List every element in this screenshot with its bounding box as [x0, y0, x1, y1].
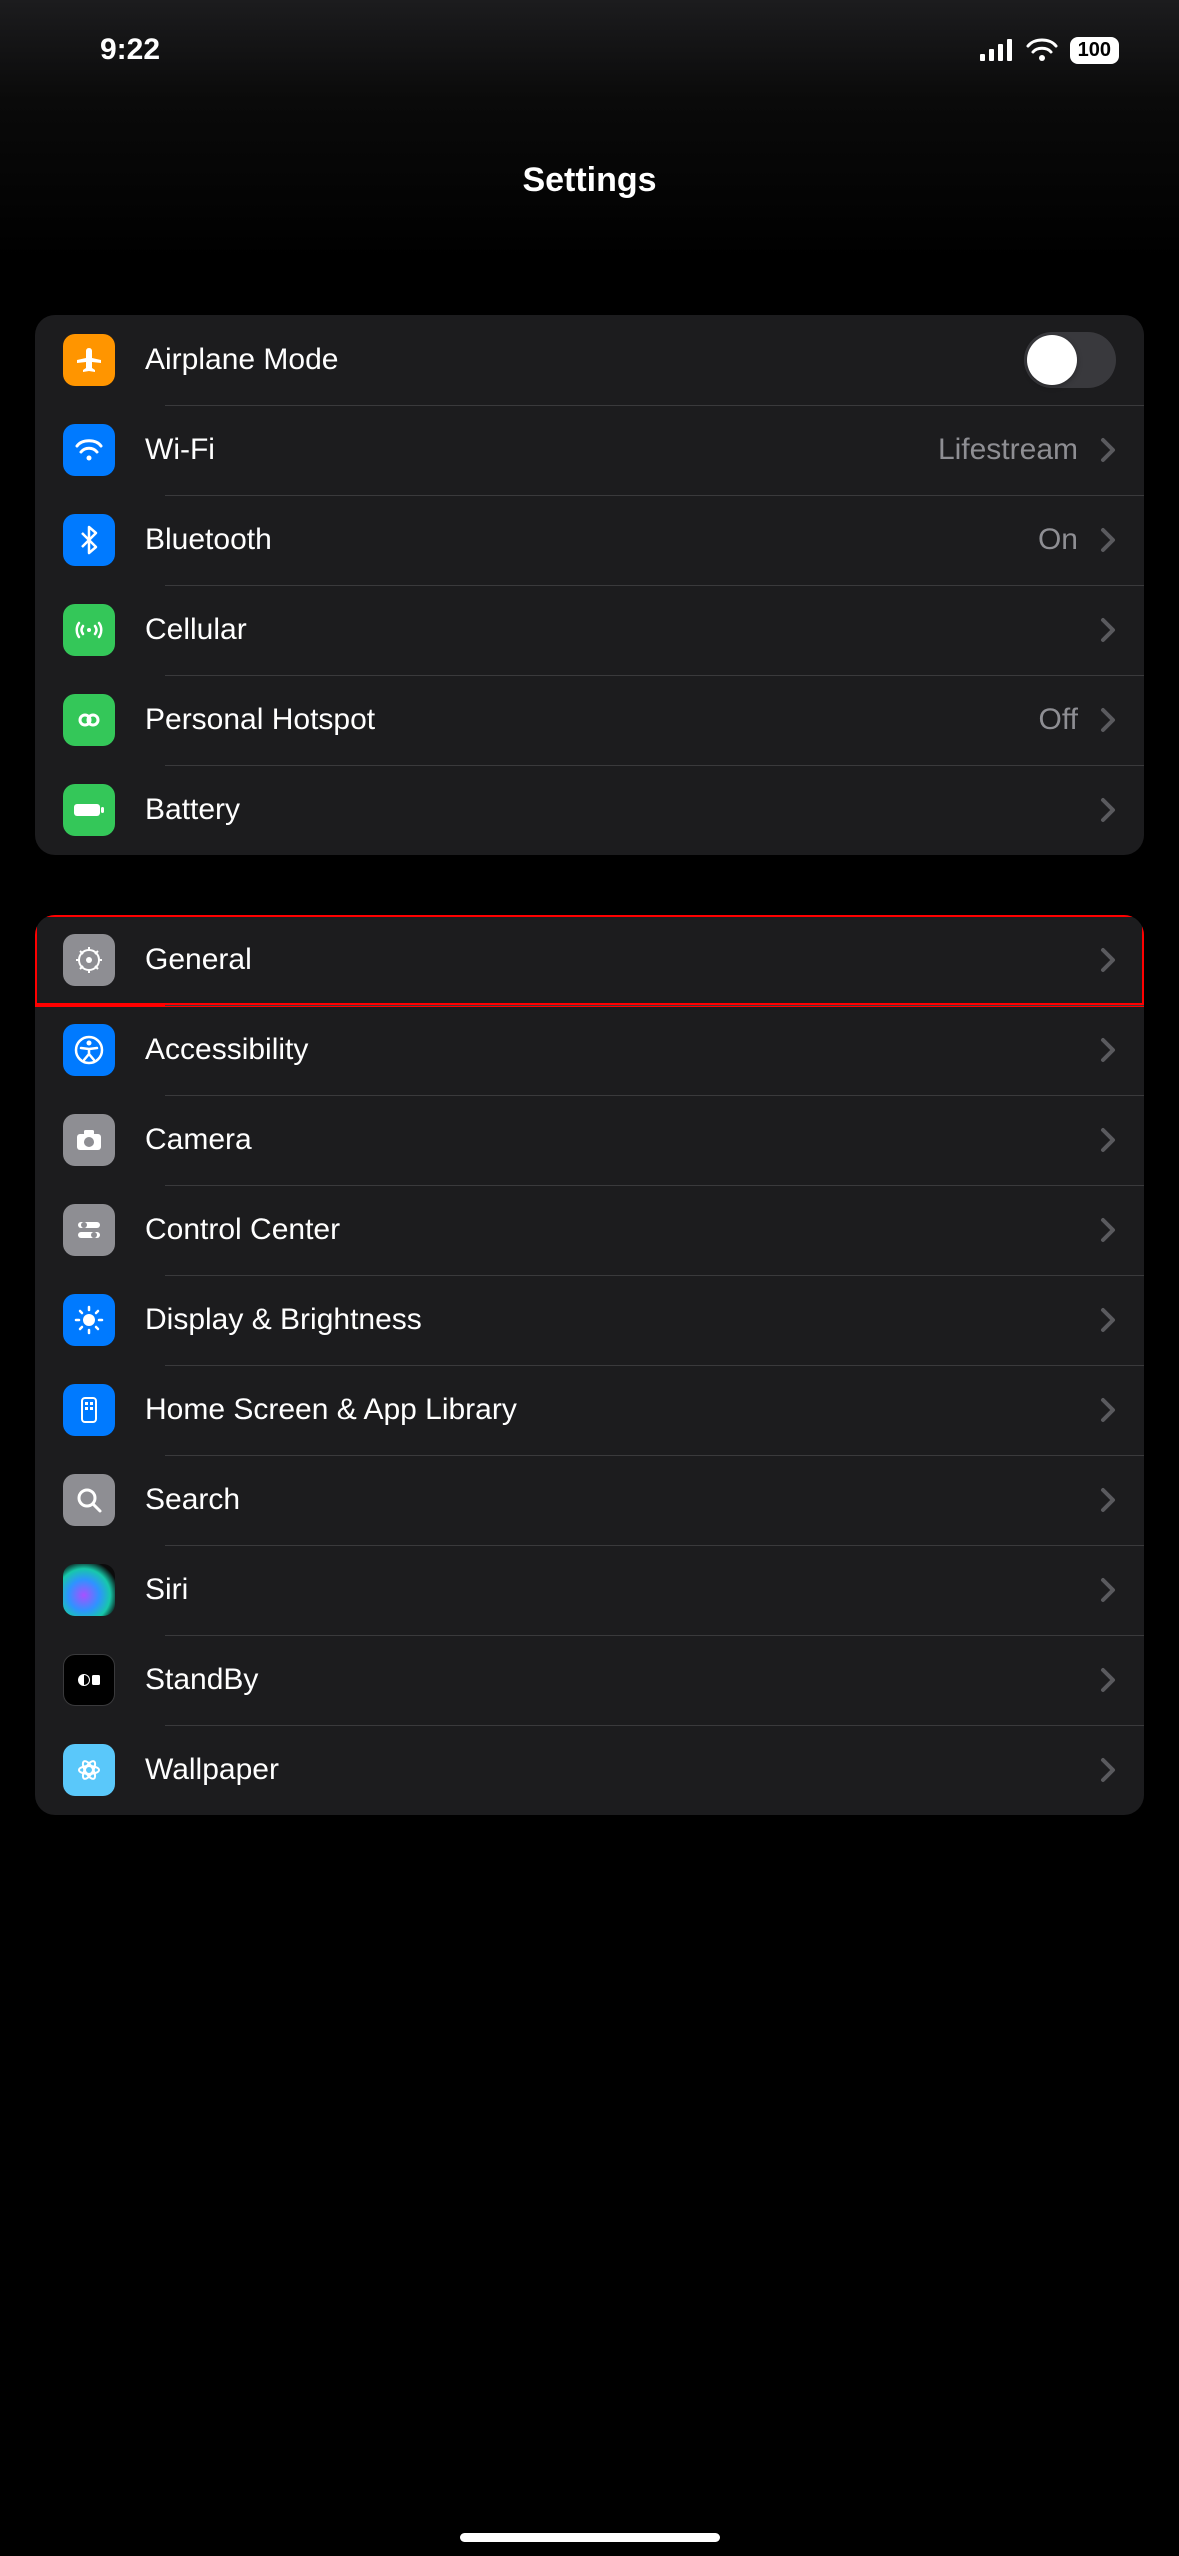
chevron-right-icon: [1100, 797, 1116, 823]
row-camera[interactable]: Camera: [35, 1095, 1144, 1185]
cellular-row-icon: [63, 604, 115, 656]
row-label: Cellular: [145, 613, 1092, 647]
row-label: Wi-Fi: [145, 433, 938, 467]
cellular-signal-icon: [980, 39, 1014, 61]
chevron-right-icon: [1100, 1757, 1116, 1783]
row-search[interactable]: Search: [35, 1455, 1144, 1545]
home-grid-icon: [63, 1384, 115, 1436]
hotspot-icon: [63, 694, 115, 746]
row-cellular[interactable]: Cellular: [35, 585, 1144, 675]
row-label: Display & Brightness: [145, 1303, 1092, 1337]
chevron-right-icon: [1100, 1397, 1116, 1423]
row-label: Camera: [145, 1123, 1092, 1157]
bluetooth-icon: [63, 514, 115, 566]
brightness-icon: [63, 1294, 115, 1346]
chevron-right-icon: [1100, 707, 1116, 733]
row-home-screen[interactable]: Home Screen & App Library: [35, 1365, 1144, 1455]
header: Settings: [0, 100, 1179, 260]
row-label: Wallpaper: [145, 1753, 1092, 1787]
siri-icon: [63, 1564, 115, 1616]
row-bluetooth[interactable]: Bluetooth On: [35, 495, 1144, 585]
row-airplane[interactable]: Airplane Mode: [35, 315, 1144, 405]
chevron-right-icon: [1100, 437, 1116, 463]
airplane-icon: [63, 334, 115, 386]
wifi-row-icon: [63, 424, 115, 476]
settings-group-connectivity: Airplane Mode Wi-Fi Lifestream Bluetooth…: [35, 315, 1144, 855]
chevron-right-icon: [1100, 1577, 1116, 1603]
row-label: Search: [145, 1483, 1092, 1517]
battery-row-icon: [63, 784, 115, 836]
accessibility-icon: [63, 1024, 115, 1076]
chevron-right-icon: [1100, 1127, 1116, 1153]
row-label: Siri: [145, 1573, 1092, 1607]
row-label: Battery: [145, 793, 1092, 827]
home-indicator[interactable]: [460, 2533, 720, 2542]
row-battery[interactable]: Battery: [35, 765, 1144, 855]
wifi-icon: [1026, 38, 1058, 62]
battery-icon: 100: [1070, 37, 1119, 64]
row-label: Personal Hotspot: [145, 703, 1039, 737]
row-standby[interactable]: StandBy: [35, 1635, 1144, 1725]
gear-icon: [63, 934, 115, 986]
row-control-center[interactable]: Control Center: [35, 1185, 1144, 1275]
page-title: Settings: [522, 161, 656, 200]
row-label: Airplane Mode: [145, 343, 1024, 377]
row-label: General: [145, 943, 1092, 977]
row-siri[interactable]: Siri: [35, 1545, 1144, 1635]
chevron-right-icon: [1100, 1037, 1116, 1063]
control-center-icon: [63, 1204, 115, 1256]
row-label: Accessibility: [145, 1033, 1092, 1067]
row-label: StandBy: [145, 1663, 1092, 1697]
airplane-toggle[interactable]: [1024, 332, 1116, 388]
row-accessibility[interactable]: Accessibility: [35, 1005, 1144, 1095]
chevron-right-icon: [1100, 527, 1116, 553]
row-wallpaper[interactable]: Wallpaper: [35, 1725, 1144, 1815]
chevron-right-icon: [1100, 1307, 1116, 1333]
row-label: Control Center: [145, 1213, 1092, 1247]
standby-icon: [63, 1654, 115, 1706]
search-icon: [63, 1474, 115, 1526]
row-value: Off: [1039, 703, 1078, 737]
camera-icon: [63, 1114, 115, 1166]
chevron-right-icon: [1100, 947, 1116, 973]
chevron-right-icon: [1100, 1217, 1116, 1243]
row-value: On: [1038, 523, 1078, 557]
chevron-right-icon: [1100, 617, 1116, 643]
wallpaper-icon: [63, 1744, 115, 1796]
row-wifi[interactable]: Wi-Fi Lifestream: [35, 405, 1144, 495]
row-display-brightness[interactable]: Display & Brightness: [35, 1275, 1144, 1365]
settings-group-device: General Accessibility Camera: [35, 915, 1144, 1815]
row-value: Lifestream: [938, 433, 1078, 467]
chevron-right-icon: [1100, 1487, 1116, 1513]
row-label: Home Screen & App Library: [145, 1393, 1092, 1427]
settings-list: Airplane Mode Wi-Fi Lifestream Bluetooth…: [0, 260, 1179, 1815]
status-time: 9:22: [100, 33, 160, 67]
row-general[interactable]: General: [35, 915, 1144, 1005]
row-hotspot[interactable]: Personal Hotspot Off: [35, 675, 1144, 765]
row-label: Bluetooth: [145, 523, 1038, 557]
chevron-right-icon: [1100, 1667, 1116, 1693]
status-bar: 9:22 100: [0, 0, 1179, 100]
